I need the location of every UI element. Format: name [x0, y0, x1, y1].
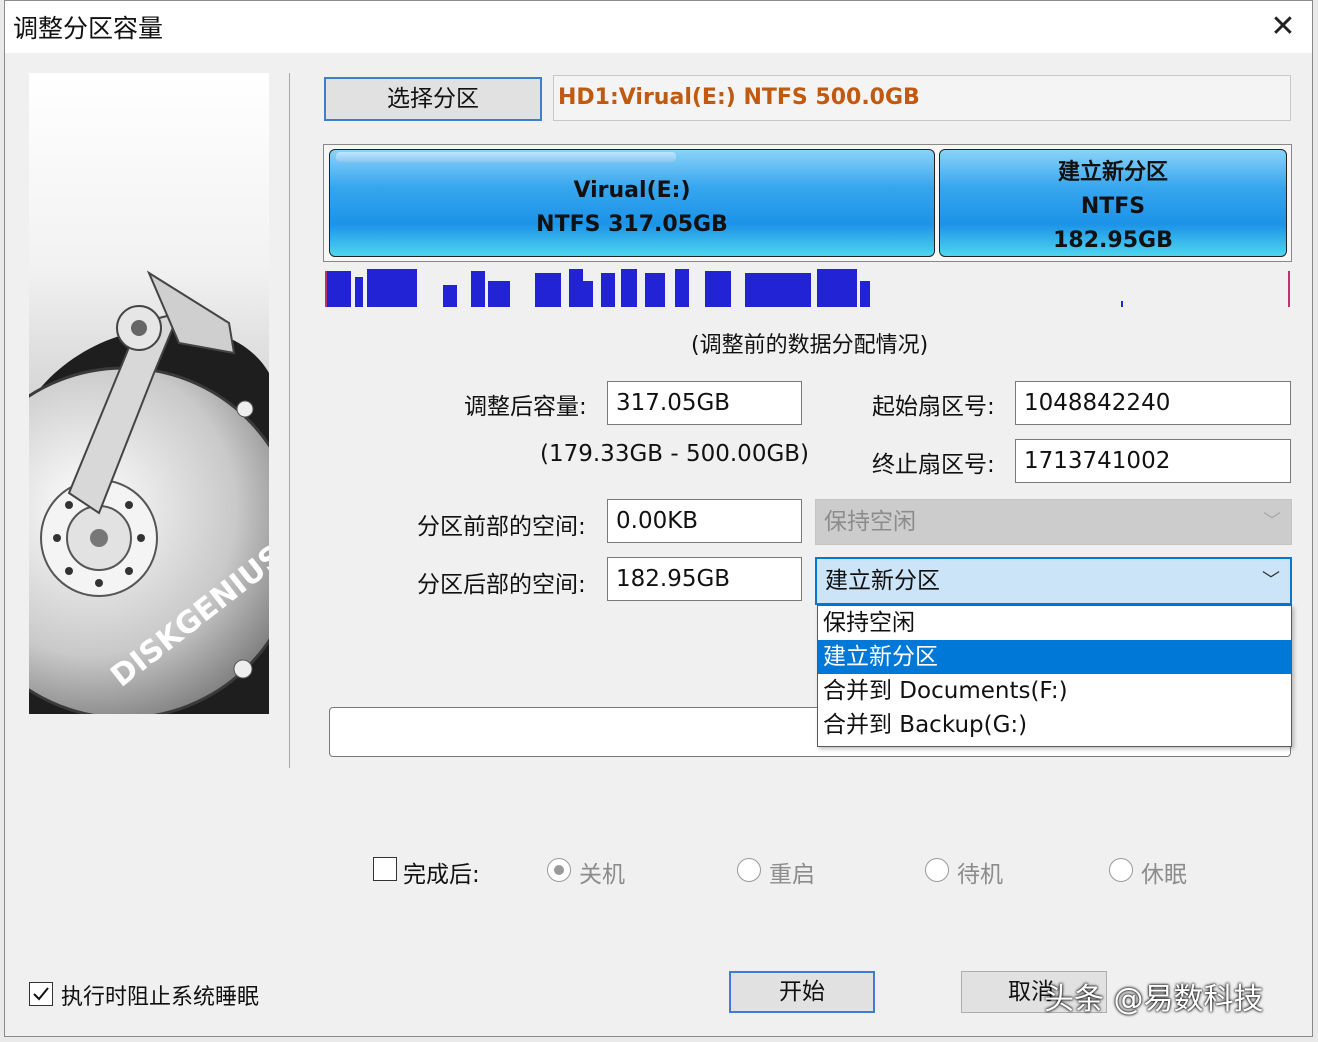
selected-partition-info: HD1:Virual(E:) NTFS 500.0GB [553, 75, 1291, 121]
dropdown-option-keep-free[interactable]: 保持空闲 [818, 606, 1291, 640]
size-range-hint: (179.33GB - 500.00GB) [540, 441, 810, 467]
new-partition-size: 182.95GB [1053, 228, 1173, 253]
radio-standby-label: 待机 [957, 862, 1003, 888]
partition-block-new[interactable]: 建立新分区 NTFS 182.95GB [939, 149, 1287, 257]
partition-block-e[interactable]: Virual(E:) NTFS 317.05GB [329, 149, 935, 257]
chevron-down-icon: ﹀ [1263, 511, 1281, 532]
size-after-input[interactable]: 317.05GB [607, 381, 802, 425]
start-sector-input[interactable]: 1048842240 [1015, 381, 1291, 425]
new-partition-name: 建立新分区 [1057, 160, 1168, 185]
radio-restart[interactable] [737, 858, 761, 882]
end-sector-label: 终止扇区号: [872, 452, 995, 478]
partition-usage-highlight [336, 152, 676, 162]
after-complete-checkbox[interactable] [373, 857, 397, 881]
radio-shutdown[interactable] [547, 858, 571, 882]
space-after-input[interactable]: 182.95GB [607, 557, 802, 601]
radio-shutdown-label: 关机 [579, 862, 625, 888]
disk-map: Virual(E:) NTFS 317.05GB 建立新分区 NTFS 182.… [323, 144, 1292, 262]
title-bar: 调整分区容量 ✕ [5, 1, 1312, 53]
data-distribution-bar [325, 269, 1290, 307]
prevent-sleep-label: 执行时阻止系统睡眠 [61, 985, 260, 1010]
radio-restart-label: 重启 [769, 862, 815, 888]
watermark: 头条 @易数科技 [1044, 982, 1264, 1017]
space-after-action-select[interactable]: 建立新分区 ﹀ [815, 557, 1292, 605]
window-title: 调整分区容量 [13, 14, 164, 43]
partition-e-name: Virual(E:) [573, 178, 691, 203]
radio-hibernate[interactable] [1109, 858, 1133, 882]
resize-partition-dialog: 调整分区容量 ✕ DISKGENIUS 选择分区 HD1:Virual(E:) … [4, 0, 1313, 1037]
dropdown-option-merge-backup[interactable]: 合并到 Backup(G:) [818, 708, 1291, 742]
action-dropdown-list[interactable]: 保持空闲 建立新分区 合并到 Documents(F:) 合并到 Backup(… [817, 605, 1292, 747]
checkmark-icon [33, 987, 49, 1001]
size-after-label: 调整后容量: [464, 394, 587, 420]
space-before-action-value: 保持空闲 [824, 509, 916, 535]
space-before-input[interactable]: 0.00KB [607, 499, 802, 543]
after-complete-label: 完成后: [403, 862, 480, 888]
space-before-label: 分区前部的空间: [417, 514, 586, 540]
diskgenius-banner: DISKGENIUS [29, 73, 269, 714]
space-before-action-select: 保持空闲 ﹀ [815, 499, 1292, 545]
space-after-label: 分区后部的空间: [417, 572, 586, 598]
close-icon[interactable]: ✕ [1260, 5, 1306, 49]
partition-e-size: NTFS 317.05GB [536, 212, 728, 237]
vertical-divider [289, 73, 290, 768]
dropdown-option-merge-documents[interactable]: 合并到 Documents(F:) [818, 674, 1291, 708]
end-sector-input[interactable]: 1713741002 [1015, 439, 1291, 483]
start-button[interactable]: 开始 [729, 971, 875, 1013]
hard-disk-illustration: DISKGENIUS [29, 270, 269, 714]
start-sector-label: 起始扇区号: [872, 394, 995, 420]
new-partition-fs: NTFS [1080, 194, 1146, 219]
select-partition-button[interactable]: 选择分区 [324, 77, 542, 121]
distribution-caption: (调整前的数据分配情况) [691, 333, 929, 358]
dropdown-option-create-partition[interactable]: 建立新分区 [818, 640, 1291, 674]
chevron-down-icon[interactable]: ﹀ [1262, 559, 1280, 603]
space-after-action-value: 建立新分区 [825, 568, 940, 594]
prevent-sleep-checkbox[interactable] [29, 982, 53, 1006]
radio-hibernate-label: 休眠 [1141, 862, 1187, 888]
radio-standby[interactable] [925, 858, 949, 882]
